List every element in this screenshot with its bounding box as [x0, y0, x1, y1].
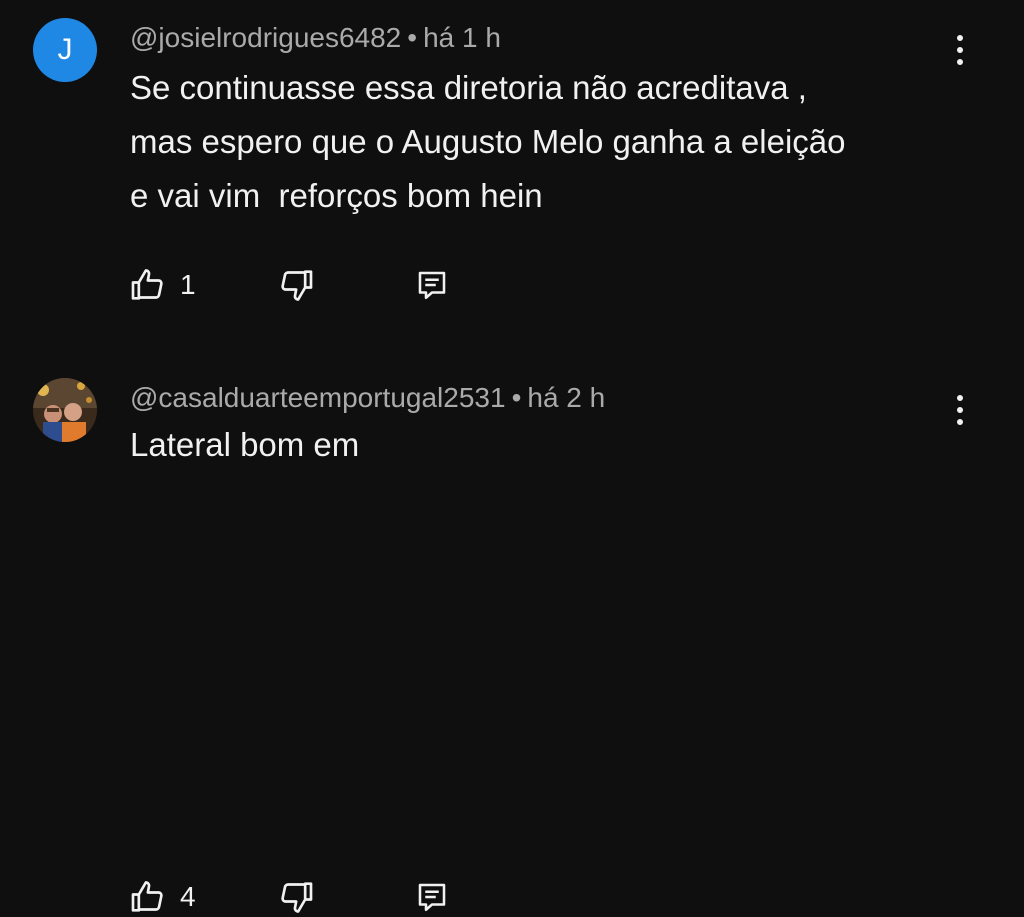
comment-line: e vai vim reforços bom hein: [130, 177, 543, 214]
more-vert-icon[interactable]: [946, 30, 974, 70]
comment-author[interactable]: @josielrodrigues6482: [130, 22, 401, 53]
comment-text: Lateral bom em: [130, 418, 359, 472]
comment-text: Se continuasse essa diretoria não acredi…: [130, 61, 846, 223]
avatar[interactable]: [33, 378, 97, 442]
thumbs-up-icon: [128, 877, 168, 917]
dislike-button[interactable]: [276, 265, 316, 305]
comment-actions: 1: [0, 265, 1024, 305]
like-button[interactable]: 1: [128, 265, 196, 305]
comment-line: mas espero que o Augusto Melo ganha a el…: [130, 123, 846, 160]
like-button[interactable]: 4: [128, 877, 196, 917]
avatar-photo-image: [33, 378, 97, 442]
avatar[interactable]: J: [33, 18, 97, 82]
avatar-letter: J: [57, 33, 73, 66]
comment-item: J @josielrodrigues6482 • há 1 h Se continu…: [0, 0, 1024, 330]
like-count: 1: [180, 269, 196, 300]
separator-dot: •: [511, 382, 522, 413]
reply-button[interactable]: [414, 265, 450, 305]
comment-time[interactable]: há 2 h: [527, 382, 605, 413]
dislike-button[interactable]: [276, 877, 316, 917]
thumbs-down-icon: [276, 265, 316, 305]
comment-header: @josielrodrigues6482 • há 1 h: [130, 20, 501, 56]
comment-time[interactable]: há 1 h: [423, 22, 501, 53]
reply-icon: [414, 879, 450, 915]
separator-dot: •: [407, 22, 418, 53]
thumbs-down-icon: [276, 877, 316, 917]
comment-line: Se continuasse essa diretoria não acredi…: [130, 69, 807, 106]
comment-author[interactable]: @casalduarteemportugal2531: [130, 382, 506, 413]
more-vert-icon[interactable]: [946, 390, 974, 430]
thumbs-up-icon: [128, 265, 168, 305]
comment-header: @casalduarteemportugal2531 • há 2 h: [130, 380, 605, 416]
comment-actions: 4: [0, 877, 1024, 917]
like-count: 4: [180, 881, 196, 912]
reply-button[interactable]: [414, 877, 450, 917]
reply-icon: [414, 267, 450, 303]
comment-line: Lateral bom em: [130, 426, 360, 463]
comment-item: @casalduarteemportugal2531 • há 2 h Latera…: [0, 360, 1024, 913]
